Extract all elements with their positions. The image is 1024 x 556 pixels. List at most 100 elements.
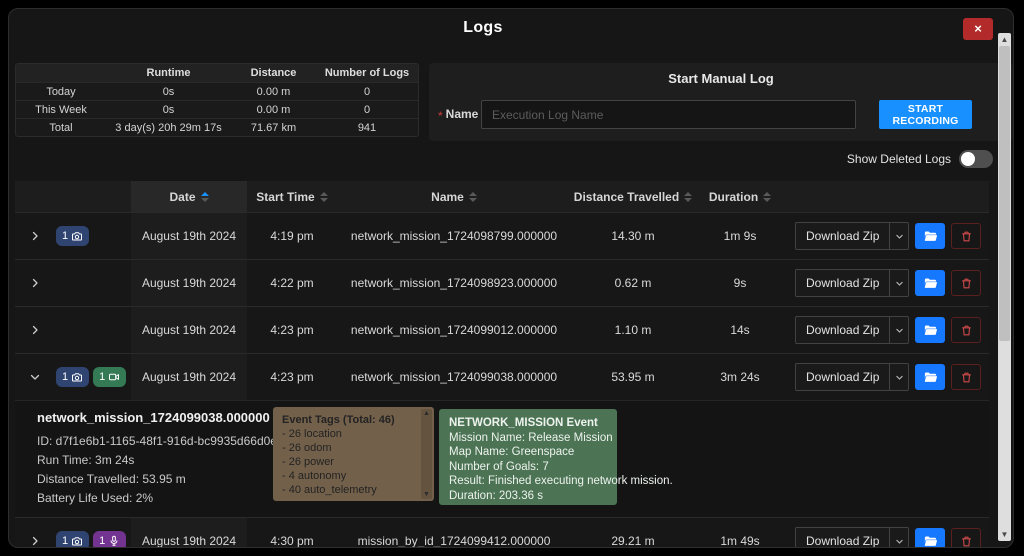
chevron-down-icon <box>895 232 904 241</box>
cell-distance: 14.30 m <box>571 213 695 259</box>
trash-icon <box>960 277 973 290</box>
start-recording-button[interactable]: START RECORDING <box>879 100 972 129</box>
logs-modal: Logs × Runtime Distance Number of Logs T… <box>8 8 1014 548</box>
expand-row-button[interactable] <box>15 260 51 306</box>
stats-row-today: Today 0s 0.00 m 0 <box>16 82 418 100</box>
folder-icon <box>923 370 938 385</box>
cell-start-time: 4:23 pm <box>247 307 337 353</box>
column-header-duration[interactable]: Duration <box>695 181 785 212</box>
chevron-right-icon <box>29 324 41 336</box>
open-folder-button[interactable] <box>915 317 945 343</box>
stats-label: Total <box>16 118 106 136</box>
cell-date: August 19th 2024 <box>131 307 247 353</box>
table-row: 1 August 19th 2024 4:19 pm network_missi… <box>15 212 989 259</box>
download-zip-label: Download Zip <box>796 317 889 343</box>
open-folder-button[interactable] <box>915 364 945 390</box>
column-header-distance[interactable]: Distance Travelled <box>571 181 695 212</box>
cell-date: August 19th 2024 <box>131 518 247 548</box>
delete-log-button[interactable] <box>951 317 981 343</box>
log-name-input[interactable] <box>481 100 856 129</box>
cell-name: network_mission_1724099012.000000 <box>337 307 571 353</box>
stats-label: This Week <box>16 100 106 118</box>
event-tags-box: Event Tags (Total: 46) - 26 location - 2… <box>273 407 434 501</box>
column-header-date[interactable]: Date <box>131 181 247 212</box>
table-row-expanded: 1 1 August 19th 2024 4:23 pm network_mis… <box>15 353 989 400</box>
download-zip-label: Download Zip <box>796 528 889 548</box>
detail-id-line: ID: d7f1e6b1-1165-48f1-916d-bc9935d66d0e <box>37 432 296 451</box>
stats-logs: 0 <box>316 82 418 100</box>
cell-start-time: 4:19 pm <box>247 213 337 259</box>
show-deleted-logs-row: Show Deleted Logs <box>847 150 993 168</box>
column-header-name[interactable]: Name <box>337 181 571 212</box>
mission-event-box: NETWORK_MISSION Event Mission Name: Rele… <box>439 409 617 505</box>
download-options-caret[interactable] <box>889 364 908 390</box>
download-zip-button[interactable]: Download Zip <box>795 269 909 297</box>
column-label: Start Time <box>256 190 314 204</box>
mission-event-line: Number of Goals: 7 <box>449 460 607 475</box>
scroll-up-arrow-icon[interactable]: ▲ <box>998 35 1011 44</box>
logs-table: Date Start Time Name Distance Travelled … <box>15 181 989 548</box>
download-zip-button[interactable]: Download Zip <box>795 316 909 344</box>
download-options-caret[interactable] <box>889 270 908 296</box>
column-label: Name <box>431 190 464 204</box>
detail-log-name: network_mission_1724099038.000000 <box>37 410 270 425</box>
start-manual-log-panel: Start Manual Log * Name : START RECORDIN… <box>429 63 1013 141</box>
sort-icon <box>201 192 209 202</box>
scroll-down-arrow-icon[interactable]: ▼ <box>998 530 1011 539</box>
chevron-right-icon <box>29 230 41 242</box>
trash-icon <box>960 535 973 548</box>
microphone-badge: 1 <box>93 531 126 548</box>
cell-name: mission_by_id_1724099412.000000 <box>337 518 571 548</box>
cell-duration: 1m 9s <box>695 213 785 259</box>
download-zip-button[interactable]: Download Zip <box>795 222 909 250</box>
expand-row-button[interactable] <box>15 307 51 353</box>
open-folder-button[interactable] <box>915 270 945 296</box>
media-badges <box>51 260 131 306</box>
camera-badge: 1 <box>56 367 89 387</box>
modal-scrollbar[interactable]: ▲ ▼ <box>998 33 1011 541</box>
manual-log-title: Start Manual Log <box>429 71 1013 86</box>
download-zip-button[interactable]: Download Zip <box>795 363 909 391</box>
folder-icon <box>923 323 938 338</box>
open-folder-button[interactable] <box>915 223 945 249</box>
delete-log-button[interactable] <box>951 223 981 249</box>
stats-label: Today <box>16 82 106 100</box>
folder-icon <box>923 534 938 549</box>
table-row: 1 1 August 19th 2024 4:30 pm mission_by_… <box>15 517 989 548</box>
download-options-caret[interactable] <box>889 317 908 343</box>
detail-id-text: ID: d7f1e6b1-1165-48f1-916d-bc9935d66d0e <box>37 432 277 451</box>
table-row: August 19th 2024 4:23 pm network_mission… <box>15 306 989 353</box>
cell-duration: 3m 24s <box>695 354 785 400</box>
delete-log-button[interactable] <box>951 528 981 548</box>
event-tags-scrollbar[interactable]: ▲ ▼ <box>421 409 432 499</box>
scroll-down-arrow-icon[interactable]: ▼ <box>421 491 432 498</box>
download-zip-button[interactable]: Download Zip <box>795 527 909 548</box>
download-options-caret[interactable] <box>889 223 908 249</box>
show-deleted-toggle[interactable] <box>959 150 993 168</box>
delete-log-button[interactable] <box>951 270 981 296</box>
video-camera-icon <box>108 371 120 383</box>
close-button[interactable]: × <box>963 18 993 40</box>
expand-row-button[interactable] <box>15 213 51 259</box>
expand-row-button[interactable] <box>15 518 51 548</box>
download-options-caret[interactable] <box>889 528 908 548</box>
cell-start-time: 4:30 pm <box>247 518 337 548</box>
sort-icon <box>320 192 328 202</box>
cell-name: network_mission_1724098923.000000 <box>337 260 571 306</box>
required-marker: * <box>438 109 443 123</box>
scroll-up-arrow-icon[interactable]: ▲ <box>421 410 432 417</box>
column-header-start-time[interactable]: Start Time <box>247 181 337 212</box>
cell-date: August 19th 2024 <box>131 354 247 400</box>
delete-log-button[interactable] <box>951 364 981 390</box>
mission-event-line: Result: Finished executing network missi… <box>449 474 607 489</box>
runtime-stats-table: Runtime Distance Number of Logs Today 0s… <box>15 63 419 137</box>
collapse-row-button[interactable] <box>15 354 51 400</box>
stats-header-distance: Distance <box>231 64 316 82</box>
mission-event-line: Mission Name: Release Mission <box>449 431 607 446</box>
column-label: Duration <box>709 190 758 204</box>
stats-header-logs: Number of Logs <box>316 64 418 82</box>
scrollbar-thumb[interactable] <box>999 46 1010 341</box>
open-folder-button[interactable] <box>915 528 945 548</box>
page-title: Logs <box>19 19 947 37</box>
mission-event-line: Map Name: Greenspace <box>449 445 607 460</box>
